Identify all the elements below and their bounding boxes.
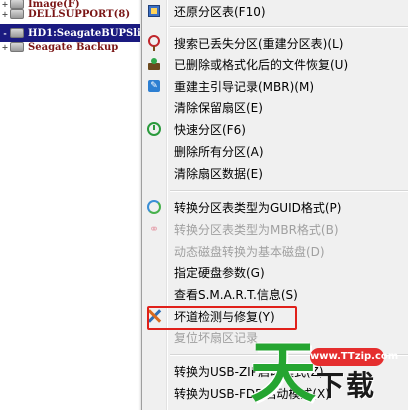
menu-item-smart-info[interactable]: 查看S.M.A.R.T.信息(S) [142, 284, 408, 304]
tree-item-dellsupport[interactable]: + DELLSUPPORT(8) [0, 5, 140, 23]
menu-item-label: 清除保留扇区(E) [174, 100, 263, 115]
menu-item-label: 复位坏扇区记录 [174, 330, 259, 345]
menu-item-quick-partition[interactable]: 快速分区(F6) [142, 119, 408, 139]
tree-item-label: DELLSUPPORT(8) [28, 8, 131, 20]
menu-item-label: 快速分区(F6) [174, 122, 246, 137]
tree-item-seagate-backup[interactable]: + Seagate Backup [0, 38, 140, 56]
menu-item-label: 指定硬盘参数(G) [174, 265, 265, 280]
menu-item-label: 转换为USB-ZIP启动模式(Z) [174, 364, 324, 379]
disk-icon [10, 28, 24, 38]
tree-item-label: Seagate Backup [28, 41, 119, 53]
menu-item-convert-to-guid[interactable]: 转换分区表类型为GUID格式(P) [142, 197, 408, 217]
menu-item-file-recovery[interactable]: 已删除或格式化后的文件恢复(U) [142, 54, 408, 74]
disk-tree: + Image(F) + DELLSUPPORT(8) - HD1:Seagat… [0, 0, 140, 410]
search-icon [148, 35, 160, 51]
tree-item-label: HD1:SeagateBUPSlim [28, 27, 140, 39]
menu-item-convert-to-mbr: ⚭ 转换分区表类型为MBR格式(B) [142, 219, 408, 239]
recover-icon [147, 58, 161, 70]
collapse-icon[interactable]: - [0, 28, 10, 38]
menu-item-rebuild-mbr[interactable]: ✎ 重建主引导记录(MBR)(M) [142, 76, 408, 96]
menu-item-label: 动态磁盘转换为基本磁盘(D) [174, 244, 325, 259]
guid-convert-icon [147, 200, 161, 214]
menu-item-label: 转换分区表类型为GUID格式(P) [174, 200, 342, 215]
menu-item-usb-zip-mode[interactable]: 转换为USB-ZIP启动模式(Z) [142, 361, 408, 381]
drive-icon [10, 42, 24, 52]
restore-icon [148, 5, 160, 17]
menu-item-label: 转换分区表类型为MBR格式(B) [174, 222, 339, 237]
menu-item-disk-parameters[interactable]: 指定硬盘参数(G) [142, 262, 408, 282]
menu-separator [170, 190, 408, 192]
menu-item-clear-reserved-sectors[interactable]: 清除保留扇区(E) [142, 97, 408, 117]
menu-item-label: 清除扇区数据(E) [174, 166, 263, 181]
menu-item-delete-all-partitions[interactable]: 删除所有分区(A) [142, 141, 408, 161]
menu-item-usb-fdd-mode[interactable]: 转换为USB-FDD启动模式(X) [142, 383, 408, 403]
red-highlight-box [147, 306, 297, 330]
expand-icon[interactable]: + [0, 42, 10, 52]
clock-icon [147, 122, 161, 136]
context-menu: 还原分区表(F10) 搜索已丢失分区(重建分区表)(L) 已删除或格式化后的文件… [141, 0, 408, 410]
menu-item-label: 转换为USB-FDD启动模式(X) [174, 386, 330, 401]
menu-item-label: 搜索已丢失分区(重建分区表)(L) [174, 36, 344, 51]
menu-item-label: 删除所有分区(A) [174, 144, 264, 159]
drive-icon [10, 9, 24, 19]
menu-item-label: 查看S.M.A.R.T.信息(S) [174, 287, 298, 302]
menu-item-restore-partition-table[interactable]: 还原分区表(F10) [142, 1, 408, 21]
menu-item-search-lost-partitions[interactable]: 搜索已丢失分区(重建分区表)(L) [142, 33, 408, 53]
app-window: + Image(F) + DELLSUPPORT(8) - HD1:Seagat… [0, 0, 408, 410]
menu-separator [170, 354, 408, 356]
expand-icon[interactable]: + [0, 9, 10, 19]
menu-item-label: 重建主引导记录(MBR)(M) [174, 79, 315, 94]
menu-item-clear-sector-data[interactable]: 清除扇区数据(E) [142, 163, 408, 183]
mbr-convert-icon: ⚭ [148, 222, 160, 236]
menu-item-reset-bad-sectors: 复位坏扇区记录 [142, 327, 408, 347]
mbr-icon: ✎ [148, 80, 160, 92]
menu-item-dynamic-to-basic: 动态磁盘转换为基本磁盘(D) [142, 241, 408, 261]
menu-separator [170, 26, 408, 28]
menu-item-label: 还原分区表(F10) [174, 4, 266, 19]
menu-item-label: 已删除或格式化后的文件恢复(U) [174, 57, 349, 72]
